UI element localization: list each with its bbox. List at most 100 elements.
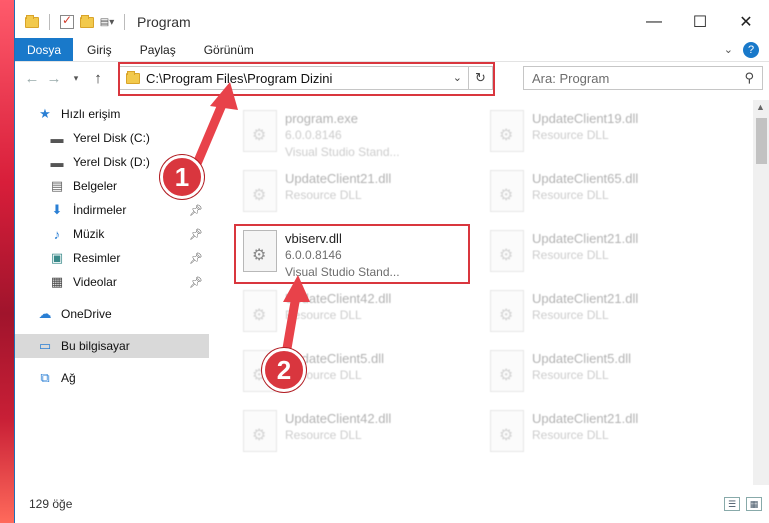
sidebar-item-pictures[interactable]: ▣ Resimler 📌︎ [15, 246, 209, 270]
file-description: Resource DLL [285, 428, 362, 442]
drive-icon: ▬ [50, 130, 64, 146]
back-arrow-icon[interactable]: ← [21, 66, 43, 90]
divider [49, 14, 50, 30]
documents-icon: ▤ [50, 178, 64, 193]
ribbon-right: ⌄ ? [724, 38, 769, 61]
file-highlight [234, 224, 470, 284]
file-description: Visual Studio Stand... [285, 145, 400, 159]
status-bar: 129 öğe ☰ ▦ [15, 485, 769, 523]
file-name: UpdateClient21.dll [532, 231, 639, 246]
dll-file-icon [490, 170, 524, 212]
properties-icon[interactable] [60, 13, 74, 29]
forward-arrow-icon[interactable]: → [43, 66, 65, 90]
dll-file-icon [490, 290, 524, 332]
tab-file[interactable]: Dosya [15, 38, 74, 61]
file-list: program.exe 6.0.0.8146 Visual Studio Sta… [209, 100, 769, 485]
file-name: program.exe [285, 111, 358, 126]
file-version: 6.0.0.8146 [285, 128, 342, 142]
file-item[interactable]: UpdateClient21.dll Resource DLL [237, 164, 467, 220]
file-name: UpdateClient5.dll [532, 351, 632, 366]
sidebar-item-videos[interactable]: ▦ Videolar 📌︎ [15, 270, 209, 294]
sidebar-item-downloads[interactable]: ⬇ İndirmeler 📌︎ [15, 198, 209, 222]
file-description: Resource DLL [532, 248, 609, 262]
file-item[interactable]: UpdateClient65.dll Resource DLL [484, 164, 714, 220]
network-icon: ⧉ [40, 370, 50, 385]
file-description: Resource DLL [532, 308, 609, 322]
sidebar-item-disk-c[interactable]: ▬ Yerel Disk (C:) [15, 126, 209, 150]
pin-icon[interactable]: 📌︎ [189, 276, 203, 289]
file-name: UpdateClient65.dll [532, 171, 639, 186]
sidebar-item-label: İndirmeler [73, 203, 127, 217]
tab-share[interactable]: Paylaş [126, 38, 190, 61]
view-toggles: ☰ ▦ [724, 497, 762, 511]
sidebar-item-label: Müzik [73, 227, 105, 241]
star-icon: ★ [39, 106, 51, 121]
search-input[interactable]: Ara: Program ⚲ [523, 66, 763, 90]
pin-icon[interactable]: 📌︎ [189, 204, 203, 217]
file-item[interactable]: UpdateClient42.dll Resource DLL [237, 404, 467, 460]
dll-file-icon [490, 110, 524, 152]
tab-view[interactable]: Görünüm [190, 38, 268, 61]
help-icon[interactable]: ? [743, 41, 759, 58]
file-name: UpdateClient42.dll [285, 291, 392, 306]
sidebar-item-label: Belgeler [73, 179, 118, 193]
pin-icon[interactable]: 📌︎ [189, 228, 203, 241]
step-1-badge: 1 [160, 155, 204, 199]
sidebar-item-network[interactable]: ⧉ Ağ [15, 366, 209, 390]
chevron-down-icon[interactable]: ⌄ [724, 43, 733, 56]
up-arrow-icon[interactable]: ↑ [87, 66, 109, 90]
music-icon: ♪ [53, 226, 61, 242]
large-icons-view-icon[interactable]: ▦ [746, 497, 762, 511]
address-highlight [118, 62, 495, 96]
sidebar-item-label: Hızlı erişim [61, 107, 121, 121]
file-description: Resource DLL [532, 428, 609, 442]
sidebar-item-onedrive[interactable]: ☁ OneDrive [15, 302, 209, 326]
quick-access-toolbar: ▤▾ [15, 13, 129, 30]
divider [124, 14, 125, 30]
vertical-scrollbar[interactable]: ▲ [753, 100, 769, 485]
computer-icon: ▭ [38, 338, 52, 353]
scroll-thumb[interactable] [756, 118, 767, 164]
file-item[interactable]: UpdateClient5.dll Resource DLL [484, 344, 714, 400]
sidebar-item-label: Ağ [61, 371, 76, 385]
window-title: Program [137, 14, 191, 30]
file-description: Resource DLL [532, 368, 609, 382]
file-name: UpdateClient19.dll [532, 111, 639, 126]
file-item[interactable]: UpdateClient21.dll Resource DLL [484, 284, 714, 340]
file-name: UpdateClient21.dll [532, 411, 639, 426]
scroll-up-icon[interactable]: ▲ [756, 102, 765, 112]
file-item[interactable]: program.exe 6.0.0.8146 Visual Studio Sta… [237, 104, 467, 160]
file-item[interactable]: UpdateClient19.dll Resource DLL [484, 104, 714, 160]
search-icon: ⚲ [744, 70, 754, 85]
search-placeholder: Ara: Program [532, 70, 610, 86]
sidebar-item-label: Resimler [73, 251, 121, 265]
tab-home[interactable]: Giriş [73, 38, 126, 61]
file-description: Resource DLL [532, 128, 609, 142]
file-description: Resource DLL [285, 308, 362, 322]
file-item[interactable]: UpdateClient21.dll Resource DLL [484, 224, 714, 280]
file-description: Resource DLL [532, 188, 609, 202]
details-view-icon[interactable]: ☰ [724, 497, 740, 511]
file-name: UpdateClient21.dll [532, 291, 639, 306]
customize-toolbar-icon[interactable]: ▤▾ [100, 15, 114, 29]
sidebar-item-this-pc[interactable]: ▭ Bu bilgisayar [15, 334, 209, 358]
sidebar-item-quick-access[interactable]: ★ Hızlı erişim [15, 102, 209, 126]
sidebar-item-label: OneDrive [61, 307, 112, 321]
item-count: 129 öğe [29, 497, 73, 511]
sidebar-item-label: Yerel Disk (D:) [73, 155, 150, 169]
file-item[interactable]: UpdateClient42.dll Resource DLL [237, 284, 467, 340]
folder-icon [25, 14, 39, 29]
sidebar-item-label: Bu bilgisayar [61, 339, 130, 353]
file-description: Resource DLL [285, 188, 362, 202]
recent-locations-icon[interactable]: ▾ [65, 66, 87, 90]
pin-icon[interactable]: 📌︎ [189, 252, 203, 265]
sidebar-item-music[interactable]: ♪ Müzik 📌︎ [15, 222, 209, 246]
dll-file-icon [490, 410, 524, 452]
file-item[interactable]: UpdateClient21.dll Resource DLL [484, 404, 714, 460]
download-icon: ⬇ [51, 202, 63, 217]
pictures-icon: ▣ [50, 250, 64, 265]
cloud-icon: ☁ [38, 306, 52, 321]
new-folder-icon[interactable] [80, 14, 94, 29]
desktop-background [0, 0, 14, 523]
dll-file-icon [243, 170, 277, 212]
